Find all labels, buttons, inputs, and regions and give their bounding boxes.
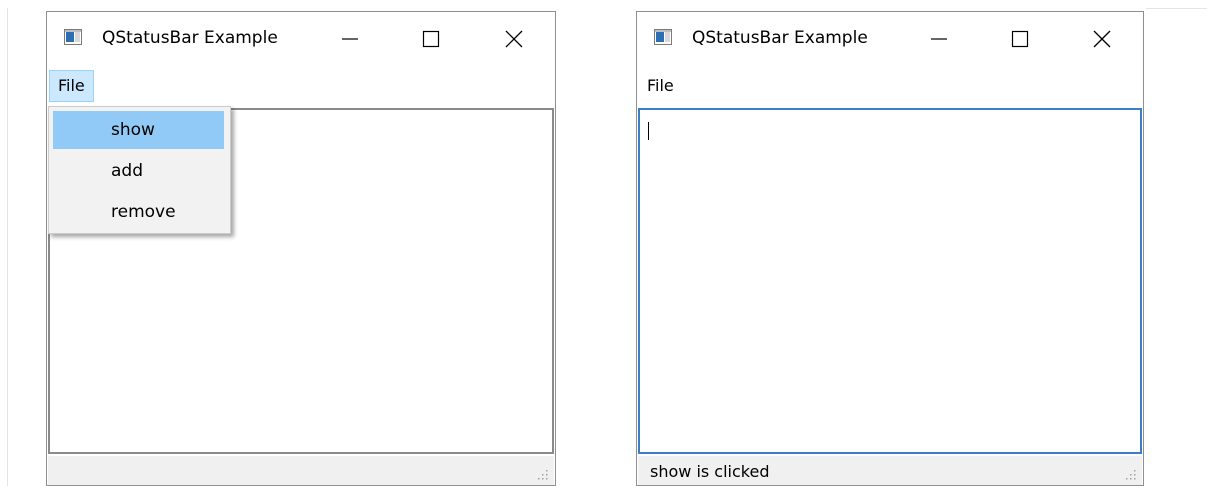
resize-grip-icon[interactable]: [538, 470, 548, 480]
window-title: QStatusBar Example: [692, 28, 868, 48]
minimize-button[interactable]: [912, 14, 966, 64]
qstatusbar-window-menu-open: QStatusBar Example File: [46, 11, 556, 486]
close-button[interactable]: [1075, 14, 1129, 64]
status-bar: show is clicked: [638, 456, 1142, 485]
status-message: show is clicked: [650, 462, 770, 481]
app-window-icon: [64, 29, 82, 45]
resize-grip-icon[interactable]: [1126, 470, 1136, 480]
page-guide-line: [7, 8, 8, 486]
minimize-icon: [342, 38, 358, 40]
menu-file[interactable]: File: [49, 70, 94, 102]
maximize-button[interactable]: [404, 14, 458, 64]
window-title: QStatusBar Example: [102, 28, 278, 48]
title-bar[interactable]: QStatusBar Example: [637, 12, 1143, 68]
text-edit[interactable]: [638, 108, 1142, 454]
close-icon: [1093, 30, 1111, 48]
file-menu-dropdown: show add remove: [48, 106, 231, 234]
menu-bar: File: [637, 70, 1143, 106]
menu-item-add[interactable]: add: [53, 152, 224, 190]
menu-file[interactable]: File: [639, 70, 682, 102]
text-caret: [648, 122, 649, 140]
maximize-icon: [422, 30, 440, 48]
page-guide-line: [1146, 8, 1207, 9]
qstatusbar-window-after-click: QStatusBar Example File show is clicked: [636, 11, 1144, 486]
minimize-button[interactable]: [323, 14, 377, 64]
close-icon: [505, 30, 523, 48]
minimize-icon: [931, 38, 947, 40]
app-window-icon: [654, 29, 672, 45]
maximize-icon: [1011, 30, 1029, 48]
title-bar[interactable]: QStatusBar Example: [47, 12, 555, 68]
menu-bar: File: [47, 70, 555, 106]
menu-item-remove[interactable]: remove: [53, 193, 224, 231]
status-bar: [48, 456, 554, 485]
menu-item-show[interactable]: show: [53, 111, 224, 149]
maximize-button[interactable]: [993, 14, 1047, 64]
close-button[interactable]: [487, 14, 541, 64]
